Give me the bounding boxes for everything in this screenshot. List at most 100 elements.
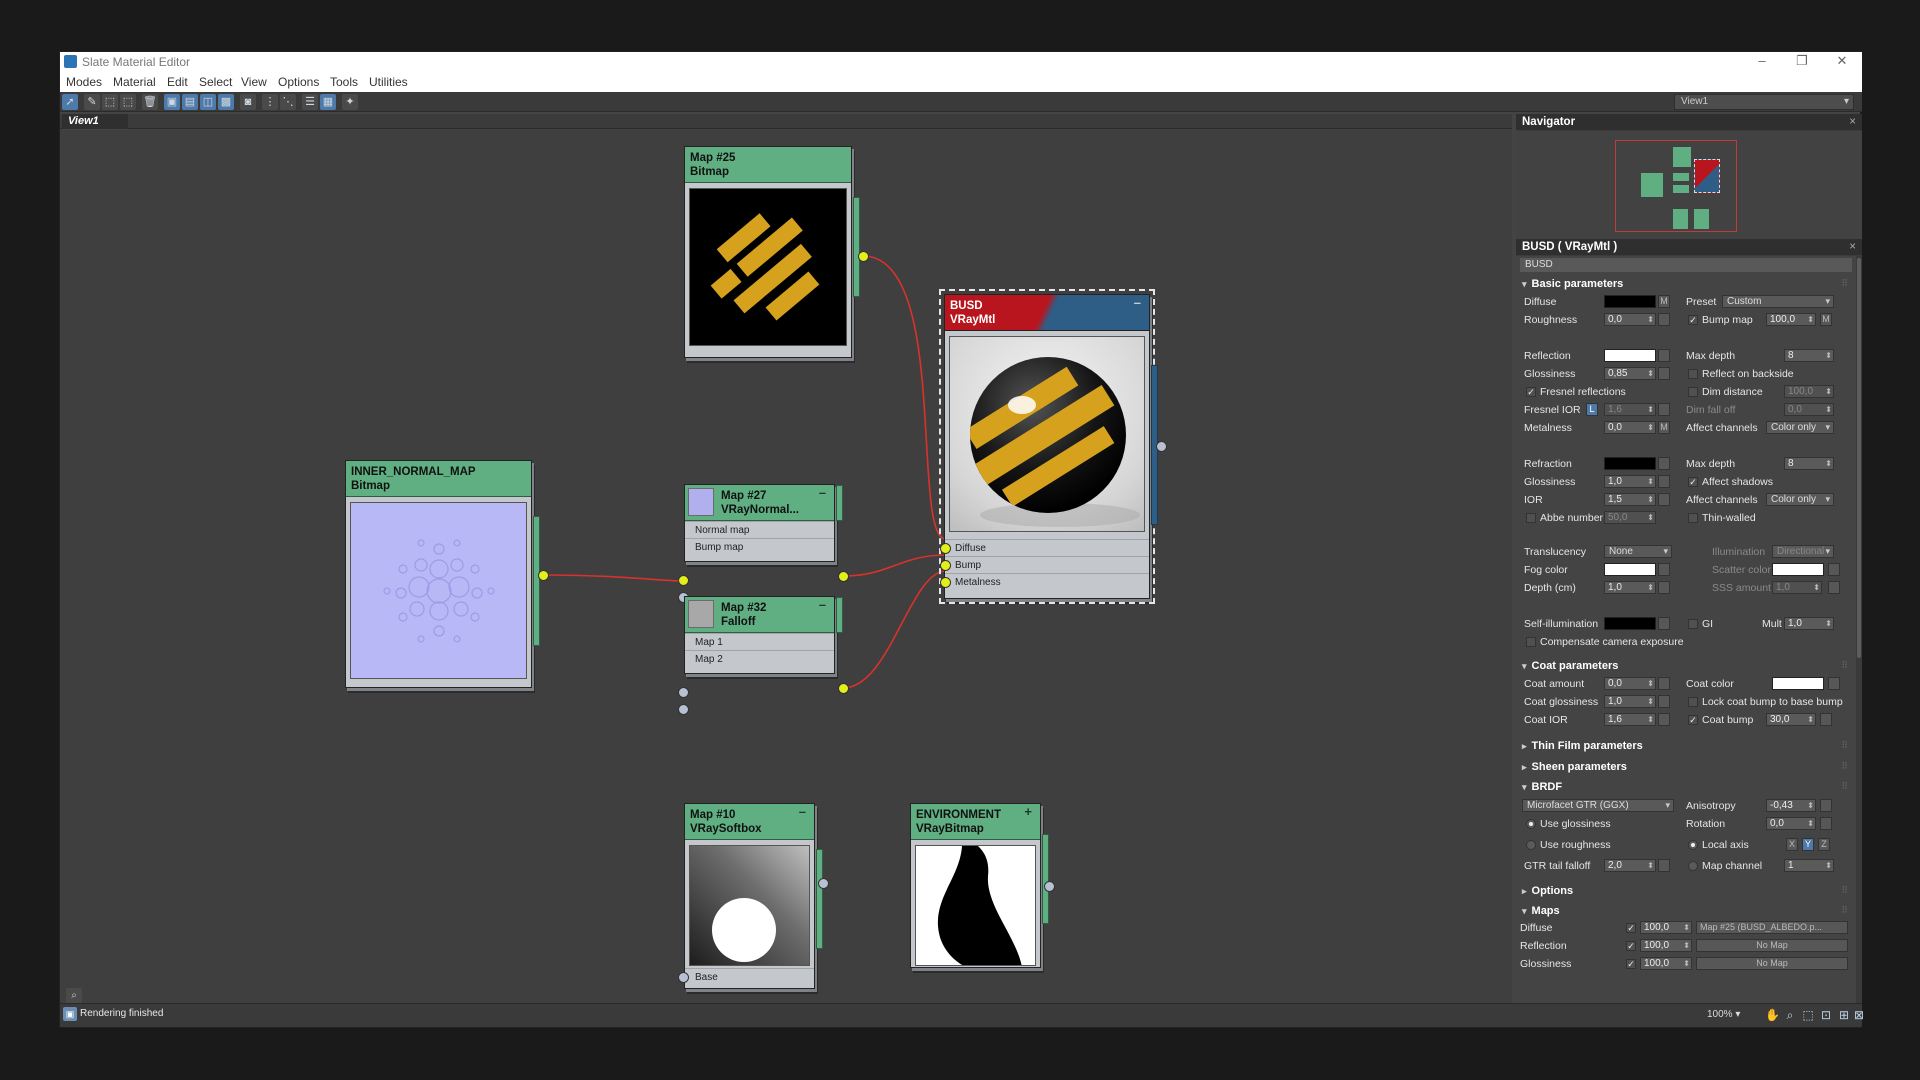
socket-metalness[interactable] xyxy=(940,577,951,588)
background-icon[interactable]: ▩ xyxy=(218,94,234,110)
pan-hand-icon[interactable]: ✋ xyxy=(1765,1008,1780,1022)
socket-bump[interactable] xyxy=(940,560,951,571)
collapse-icon[interactable]: – xyxy=(799,805,806,819)
node-map10-output-socket[interactable] xyxy=(818,878,829,889)
brdf-type-dropdown[interactable]: Microfacet GTR (GGX) xyxy=(1522,799,1674,812)
close-icon[interactable]: × xyxy=(1849,239,1856,255)
fog-color-swatch[interactable] xyxy=(1604,563,1656,576)
abbe-spinner[interactable]: 50,0 xyxy=(1604,511,1656,524)
depth-spinner[interactable]: 1,0 xyxy=(1604,581,1656,594)
slot-bump-map[interactable]: Bump map xyxy=(685,538,834,555)
scatter-map-button[interactable] xyxy=(1828,563,1840,576)
node-map25[interactable]: Map #25 Bitmap xyxy=(684,146,860,358)
gi-checkbox[interactable] xyxy=(1688,619,1698,629)
translucency-dropdown[interactable]: None xyxy=(1604,545,1672,558)
node-inner-header[interactable]: INNER_NORMAL_MAP Bitmap xyxy=(346,461,531,497)
sss-amount-spinner[interactable]: 1,0 xyxy=(1772,581,1822,594)
socket-normal-map[interactable] xyxy=(678,575,689,586)
delete-icon[interactable]: 🗑 xyxy=(142,94,158,110)
node-map27-output-socket[interactable] xyxy=(838,571,849,582)
coat-ior-spinner[interactable]: 1,6 xyxy=(1604,713,1656,726)
slot-map-2[interactable]: Map 2 xyxy=(685,650,834,667)
view-dropdown[interactable]: View1 ▾ xyxy=(1674,94,1854,110)
show-map-icon[interactable]: ◫ xyxy=(200,94,216,110)
coat-color-swatch[interactable] xyxy=(1772,677,1824,690)
socket-diffuse[interactable] xyxy=(940,543,951,554)
tab-view1[interactable]: View1 xyxy=(62,114,128,129)
axis-x-button[interactable]: X xyxy=(1786,838,1798,851)
reflect-backside-checkbox[interactable] xyxy=(1688,369,1698,379)
use-roughness-radio[interactable] xyxy=(1526,840,1536,850)
glossiness-spinner[interactable]: 0,85 xyxy=(1604,367,1656,380)
mult-spinner[interactable]: 1,0 xyxy=(1784,617,1834,630)
ior-spinner[interactable]: 1,5 xyxy=(1604,493,1656,506)
close-button[interactable]: ✕ xyxy=(1822,52,1862,72)
maps-row-diffuse-checkbox[interactable]: ✓ xyxy=(1626,923,1636,933)
rollout-thin-film[interactable]: Thin Film parameters xyxy=(1522,740,1643,752)
sss-map-button[interactable] xyxy=(1828,581,1840,594)
compensate-exposure-checkbox[interactable] xyxy=(1526,637,1536,647)
zoom-region-icon[interactable]: ⬚ xyxy=(1801,1008,1815,1022)
max-depth-spinner[interactable]: 8 xyxy=(1784,349,1834,362)
coat-color-map-button[interactable] xyxy=(1828,677,1840,690)
self-illumination-swatch[interactable] xyxy=(1604,617,1656,630)
dim-falloff-spinner[interactable]: 0,0 xyxy=(1784,403,1834,416)
abbe-checkbox[interactable] xyxy=(1526,513,1536,523)
node-view-canvas[interactable]: Map #25 Bitmap INNER_NORMAL_MAP Bitmap M… xyxy=(60,130,1512,1003)
node-map27-header[interactable]: Map #27 VRayNormal... – xyxy=(685,485,834,521)
properties-scrollbar[interactable] xyxy=(1856,256,1862,1003)
affect-channels-dropdown[interactable]: Color only xyxy=(1766,421,1834,434)
zoom-dropdown[interactable]: 100% ▾ xyxy=(1707,1007,1753,1023)
illumination-dropdown[interactable]: Directional xyxy=(1772,545,1834,558)
eyedropper-icon[interactable]: ✎ xyxy=(84,94,100,110)
collapse-icon[interactable]: – xyxy=(1134,296,1141,310)
glossiness-map-button[interactable] xyxy=(1658,367,1670,380)
material-map-browser-icon[interactable]: ☰ xyxy=(302,94,318,110)
rollout-maps[interactable]: Maps xyxy=(1522,905,1560,917)
coat-bump-checkbox[interactable]: ✓ xyxy=(1688,715,1698,725)
node-map10-header[interactable]: Map #10 VRaySoftbox – xyxy=(685,804,814,840)
slot-base[interactable]: Base xyxy=(685,968,814,985)
slot-metalness[interactable]: Metalness xyxy=(945,573,1149,590)
node-map25-output-socket[interactable] xyxy=(858,251,869,262)
minimize-button[interactable]: – xyxy=(1742,52,1782,72)
slot-normal-map[interactable]: Normal map xyxy=(685,521,834,538)
coat-amount-spinner[interactable]: 0,0 xyxy=(1604,677,1656,690)
roughness-map-button[interactable] xyxy=(1658,313,1670,326)
move-children-icon[interactable]: ▣ xyxy=(164,94,180,110)
put-material-icon[interactable]: ⬚ xyxy=(102,94,118,110)
anisotropy-map-button[interactable] xyxy=(1820,799,1832,812)
assign-material-icon[interactable]: ⬚ xyxy=(120,94,136,110)
zoom-extents-selected-icon[interactable]: ⊞ xyxy=(1837,1008,1851,1022)
node-map32-header[interactable]: Map #32 Falloff – xyxy=(685,597,834,633)
preset-dropdown[interactable]: Custom xyxy=(1722,295,1834,308)
slot-bump[interactable]: Bump xyxy=(945,556,1149,573)
menu-modes[interactable]: Modes xyxy=(66,75,102,89)
layout-vertical-icon[interactable]: ⋮ xyxy=(262,94,278,110)
node-busd-header[interactable]: BUSD VRayMtl – xyxy=(945,295,1149,331)
roughness-spinner[interactable]: 0,0 xyxy=(1604,313,1656,326)
socket-map-1[interactable] xyxy=(678,687,689,698)
zoom-extents-icon[interactable]: ⊡ xyxy=(1819,1008,1833,1022)
lock-coat-bump-checkbox[interactable] xyxy=(1688,697,1698,707)
menu-material[interactable]: Material xyxy=(113,75,156,89)
node-env-header[interactable]: ENVIRONMENT VRayBitmap + xyxy=(911,804,1040,840)
rollout-options[interactable]: Options xyxy=(1522,885,1574,897)
scrollbar-thumb[interactable] xyxy=(1857,258,1861,658)
refr-glossiness-spinner[interactable]: 1,0 xyxy=(1604,475,1656,488)
fresnel-ior-map-button[interactable] xyxy=(1658,403,1670,416)
coat-ior-map-button[interactable] xyxy=(1658,713,1670,726)
anisotropy-spinner[interactable]: -0,43 xyxy=(1766,799,1816,812)
dim-distance-checkbox[interactable] xyxy=(1688,387,1698,397)
node-map25-header[interactable]: Map #25 Bitmap xyxy=(685,147,851,183)
fog-color-map-button[interactable] xyxy=(1658,563,1670,576)
refraction-map-button[interactable] xyxy=(1658,457,1670,470)
socket-map-2[interactable] xyxy=(678,704,689,715)
node-map32[interactable]: Map #32 Falloff – Map 1 Map 2 xyxy=(684,596,843,674)
node-map32-output-socket[interactable] xyxy=(838,683,849,694)
maps-row-reflection-checkbox[interactable]: ✓ xyxy=(1626,941,1636,951)
bump-map-checkbox[interactable]: ✓ xyxy=(1688,315,1698,325)
collapse-icon[interactable]: – xyxy=(819,486,826,500)
socket-base[interactable] xyxy=(678,972,689,983)
rollout-coat-parameters[interactable]: Coat parameters xyxy=(1522,660,1619,672)
